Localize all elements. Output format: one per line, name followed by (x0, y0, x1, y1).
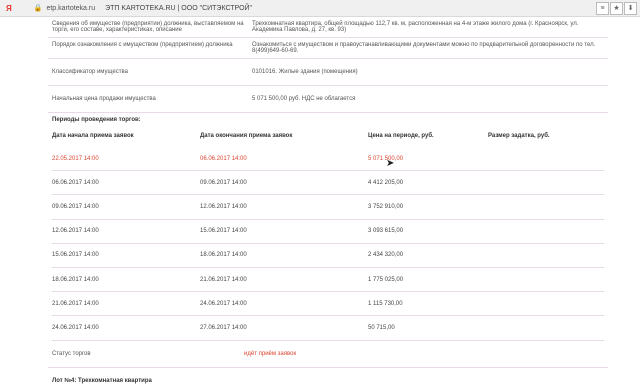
trade-status-value: идёт приём заявок (244, 350, 297, 357)
bookmark-star-icon[interactable]: ★ (610, 2, 623, 15)
period-start: 06.06.2017 14:00 (52, 170, 200, 196)
col-header-start: Дата начала приема заявок (52, 133, 134, 139)
period-deposit (488, 194, 604, 220)
trade-status-label: Статус торгов (52, 350, 91, 357)
period-start: 15.06.2017 14:00 (52, 243, 200, 268)
period-end: 09.06.2017 14:00 (200, 170, 368, 196)
address-bar-url[interactable]: etp.kartoteka.ru (46, 5, 95, 12)
period-start: 18.06.2017 14:00 (52, 267, 200, 293)
col-header-price: Цена на периоде, руб. (368, 133, 434, 139)
page-tab-title: ЭТП KARTOTEKA.RU | ООО "СИТЭКСТРОЙ" (105, 4, 253, 12)
table-row: 24.06.2017 14:00 27.06.2017 14:00 50 715… (52, 315, 604, 341)
info-row-start-price: Начальная цена продажи имущества 5 071 5… (48, 86, 608, 113)
table-row: 22.05.2017 14:00 06.06.2017 14:00 5 071 … (52, 147, 604, 172)
lot-heading: Лот №4: Трехкомнатная квартира (52, 377, 152, 384)
period-end: 15.06.2017 14:00 (200, 219, 368, 244)
mouse-cursor-icon: ➤ (386, 158, 395, 169)
period-deposit (488, 170, 604, 196)
info-value: 0101016. Жилые здания (помещения) (252, 69, 358, 75)
period-start: 22.05.2017 14:00 (52, 147, 200, 172)
menu-icon[interactable]: ≡ (596, 2, 609, 15)
info-row-description: Сведения об имуществе (предприятии) долж… (48, 17, 608, 38)
trade-status-row: Статус торгов идёт приём заявок (48, 341, 608, 368)
table-row: 09.06.2017 14:00 12.06.2017 14:00 3 752 … (52, 194, 604, 220)
table-row: 15.06.2017 14:00 18.06.2017 14:00 2 434 … (52, 243, 604, 268)
table-row: 18.06.2017 14:00 21.06.2017 14:00 1 775 … (52, 267, 604, 293)
period-deposit (488, 315, 604, 341)
period-deposit (488, 291, 604, 317)
period-end: 24.06.2017 14:00 (200, 291, 368, 317)
periods-header-row: Дата начала приема заявок Дата окончания… (52, 127, 604, 147)
period-end: 21.06.2017 14:00 (200, 267, 368, 293)
period-start: 24.06.2017 14:00 (52, 315, 200, 341)
browser-toolbar: Я 🔒 etp.kartoteka.ru ЭТП KARTOTEKA.RU | … (0, 0, 640, 17)
info-label: Сведения об имуществе (предприятии) долж… (52, 21, 244, 33)
info-value: 5 071 500,00 руб. НДС не облагается (252, 96, 356, 102)
period-price: 3 093 615,00 (368, 219, 488, 244)
info-row-inspection: Порядок ознакомления с имуществом (предп… (48, 38, 608, 59)
period-start: 09.06.2017 14:00 (52, 194, 200, 220)
periods-title: Периоды проведения торгов: (52, 117, 141, 123)
yandex-logo[interactable]: Я (6, 4, 12, 13)
lot-details: Сведения об имуществе (предприятии) долж… (48, 17, 608, 384)
period-end: 27.06.2017 14:00 (200, 315, 368, 341)
col-header-end: Дата окончания приема заявок (200, 133, 293, 139)
period-start: 21.06.2017 14:00 (52, 291, 200, 317)
period-price: 3 752 910,00 (368, 194, 488, 220)
period-end: 12.06.2017 14:00 (200, 194, 368, 220)
lock-icon: 🔒 (33, 5, 43, 12)
period-deposit (488, 243, 604, 268)
info-value: Ознакомиться с имуществом и правоустанав… (252, 42, 596, 54)
period-end: 18.06.2017 14:00 (200, 243, 368, 268)
info-label: Классификатор имущества (52, 69, 128, 75)
info-label: Начальная цена продажи имущества (52, 96, 156, 102)
table-row: 06.06.2017 14:00 09.06.2017 14:00 4 412 … (52, 170, 604, 196)
info-row-classifier: Классификатор имущества 0101016. Жилые з… (48, 59, 608, 86)
table-row: 21.06.2017 14:00 24.06.2017 14:00 1 115 … (52, 291, 604, 317)
info-label: Порядок ознакомления с имуществом (предп… (52, 42, 233, 48)
period-deposit (488, 267, 604, 293)
download-icon[interactable]: ⬇ (624, 2, 637, 15)
period-price: 1 115 730,00 (368, 291, 488, 317)
period-price: 50 715,00 (368, 315, 488, 341)
period-deposit (488, 147, 604, 172)
period-price: 4 412 205,00 (368, 170, 488, 196)
periods-table: Дата начала приема заявок Дата окончания… (52, 127, 604, 341)
period-end: 06.06.2017 14:00 (200, 147, 368, 172)
period-deposit (488, 219, 604, 244)
period-price: 2 434 320,00 (368, 243, 488, 268)
col-header-deposit: Размер задатка, руб. (488, 133, 550, 139)
period-start: 12.06.2017 14:00 (52, 219, 200, 244)
table-row: 12.06.2017 14:00 15.06.2017 14:00 3 093 … (52, 219, 604, 244)
info-value: Трехкомнатная квартира, общей площадью 1… (252, 21, 579, 33)
period-price: 1 775 025,00 (368, 267, 488, 293)
